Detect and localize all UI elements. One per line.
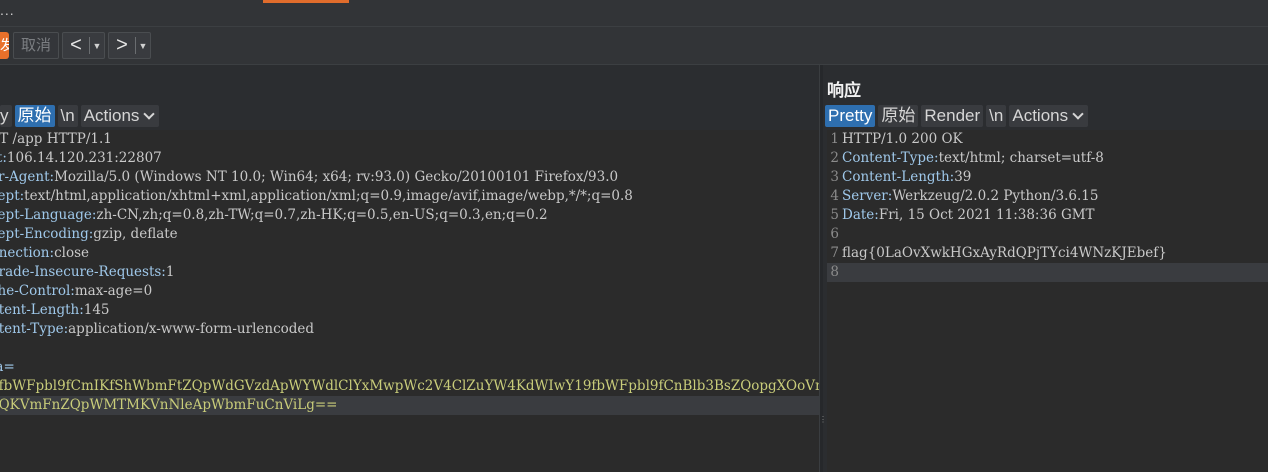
cancel-button[interactable]: 取消	[13, 32, 59, 59]
chevron-left-icon[interactable]: <	[63, 33, 89, 58]
code-line-current: 3QKVmFnZQpWMTMKVnNleApWbmFuCnViLg==	[0, 396, 819, 415]
code-line: ntent-Length: 145	[0, 302, 110, 318]
response-editor[interactable]: 1 HTTP/1.0 200 OK 2 Content-Type: text/htm…	[827, 130, 1268, 472]
back-dropdown-icon[interactable]: ▼	[90, 41, 104, 51]
tab-actions[interactable]: Actions	[80, 105, 160, 127]
code-line: cept-Encoding: gzip, deflate	[0, 226, 178, 242]
response-view-tabs: Pretty 原始 Render \n Actions	[825, 104, 1091, 128]
code-line: 5 Date: Fri, 15 Oct 2021 11:38:36 GMT	[830, 207, 1095, 223]
code-line-current: 8	[827, 263, 1268, 282]
toolbar: 发送 取消 < ▼ > ▼	[0, 27, 1268, 65]
code-line: ST /app HTTP/1.1	[0, 131, 112, 147]
top-bar: ...	[0, 0, 1268, 27]
code-line: 9fbWFpbl9fCmIKfShWbmFtZQpWdGVzdApWYWdlCl…	[0, 378, 819, 394]
code-line: 7 flag{0LaOvXwkHGxAyRdQPjTYci4WNzKJEbef}	[830, 245, 1167, 261]
overflow-menu[interactable]: ...	[0, 2, 15, 18]
history-forward-group: > ▼	[108, 32, 151, 59]
chevron-down-icon	[143, 108, 156, 120]
request-editor[interactable]: ST /app HTTP/1.1 st: 106.14.120.231:2280…	[0, 130, 819, 472]
code-line: st: 106.14.120.231:22807	[0, 150, 162, 166]
code-line: cept-Language: zh-CN,zh;q=0.8,zh-TW;q=0.…	[0, 207, 548, 223]
pane-divider[interactable]	[819, 65, 823, 472]
chevron-right-icon[interactable]: >	[109, 33, 135, 58]
forward-dropdown-icon[interactable]: ▼	[136, 41, 150, 51]
code-line: ta=	[0, 359, 15, 375]
tab-pretty[interactable]: Pretty	[825, 105, 876, 127]
code-line: nnection: close	[0, 245, 89, 261]
code-line: 4 Server: Werkzeug/2.0.2 Python/3.6.15	[830, 188, 1099, 204]
code-line: 3 Content-Length: 39	[830, 169, 972, 185]
actions-label: Actions	[1012, 106, 1069, 125]
code-line: che-Control: max-age=0	[0, 283, 153, 299]
active-tab-indicator	[263, 0, 349, 3]
tab-raw[interactable]: 原始	[14, 105, 55, 127]
actions-label: Actions	[83, 106, 140, 125]
tab-newline[interactable]: \n	[57, 105, 78, 127]
code-line: ntent-Type: application/x-www-form-urlen…	[0, 321, 315, 337]
splitter-grip-icon[interactable]: ⋮	[819, 415, 827, 424]
code-line: er-Agent: Mozilla/5.0 (Windows NT 10.0; …	[0, 169, 619, 185]
tab-render[interactable]: Render	[921, 105, 984, 127]
tab-newline[interactable]: \n	[986, 105, 1007, 127]
request-view-tabs: y 原始 \n Actions	[0, 104, 162, 128]
tab-pretty-partial[interactable]: y	[0, 105, 12, 127]
code-line: cept: text/html,application/xhtml+xml,ap…	[0, 188, 633, 204]
chevron-down-icon	[1072, 108, 1084, 120]
flag-text: flag{0LaOvXwkHGxAyRdQPjTYci4WNzKJEbef}	[842, 245, 1167, 261]
history-back-group: < ▼	[62, 32, 105, 59]
response-title: 响应	[827, 81, 861, 100]
code-line: 6	[830, 226, 839, 242]
code-line: 2 Content-Type: text/html; charset=utf-8	[830, 150, 1104, 166]
send-button[interactable]: 发送	[0, 32, 9, 59]
tab-raw[interactable]: 原始	[878, 105, 919, 127]
tab-actions[interactable]: Actions	[1009, 105, 1089, 127]
code-line: grade-Insecure-Requests: 1	[0, 264, 175, 280]
code-line: 1 HTTP/1.0 200 OK	[830, 131, 963, 147]
